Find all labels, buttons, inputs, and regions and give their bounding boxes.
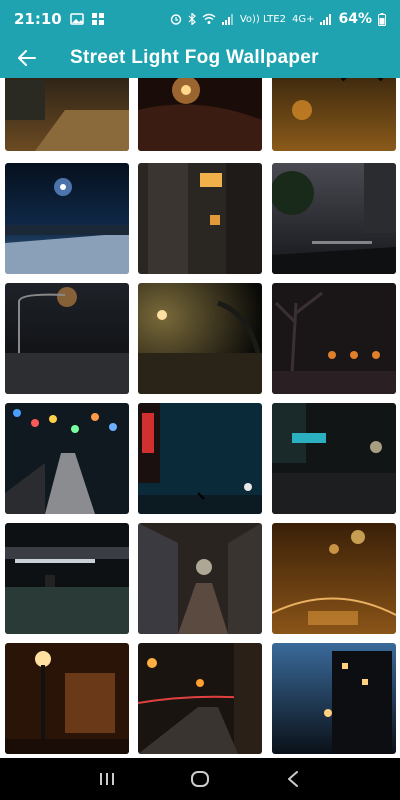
page-title: Street Light Fog Wallpaper	[70, 47, 319, 68]
wallpaper-thumbnail[interactable]	[5, 78, 129, 151]
wallpaper-thumbnail[interactable]	[272, 523, 396, 634]
wallpaper-thumbnail[interactable]	[138, 163, 262, 274]
wallpaper-thumbnail[interactable]	[272, 283, 396, 394]
wallpaper-thumbnail[interactable]	[5, 523, 129, 634]
wifi-icon	[202, 13, 216, 24]
home-button[interactable]	[180, 764, 220, 794]
bluetooth-icon	[188, 13, 196, 25]
wallpaper-thumbnail[interactable]	[5, 163, 129, 274]
wallpaper-grid	[0, 78, 400, 758]
clock: 21:10	[14, 10, 62, 28]
wallpaper-thumbnail[interactable]	[138, 643, 262, 754]
apps-notification-icon	[91, 13, 104, 25]
wallpaper-thumbnail[interactable]	[5, 403, 129, 514]
wallpaper-thumbnail[interactable]	[138, 78, 262, 151]
image-notification-icon	[70, 13, 84, 25]
recents-icon	[99, 773, 114, 785]
nav-back-icon	[288, 771, 299, 787]
status-left: 21:10	[14, 10, 104, 28]
status-bar: 21:10 Vo)) LTE2 4G+ 64%	[0, 0, 400, 38]
wallpaper-thumbnail[interactable]	[272, 163, 396, 274]
wallpaper-thumbnail[interactable]	[138, 523, 262, 634]
signal-icon-2	[320, 13, 332, 25]
arrow-back-icon	[18, 50, 36, 66]
status-right: Vo)) LTE2 4G+ 64%	[170, 11, 386, 27]
wallpaper-thumbnail[interactable]	[5, 643, 129, 754]
system-nav-bar	[0, 758, 400, 800]
wallpaper-thumbnail[interactable]	[138, 283, 262, 394]
signal-label: 4G+	[291, 13, 315, 25]
network-label: Vo)) LTE2	[239, 13, 286, 25]
wallpaper-thumbnail[interactable]	[272, 78, 396, 151]
recents-button[interactable]	[87, 764, 127, 794]
home-icon	[190, 771, 209, 787]
alarm-icon	[170, 14, 182, 25]
battery-level: 64%	[338, 11, 372, 27]
wallpaper-thumbnail[interactable]	[5, 283, 129, 394]
battery-icon	[378, 12, 386, 26]
wallpaper-thumbnail[interactable]	[272, 403, 396, 514]
wallpaper-thumbnail[interactable]	[138, 403, 262, 514]
back-button[interactable]	[0, 38, 54, 78]
nav-back-button[interactable]	[273, 764, 313, 794]
wallpaper-thumbnail[interactable]	[272, 643, 396, 754]
app-bar: Street Light Fog Wallpaper	[0, 38, 400, 78]
signal-icon-1	[221, 13, 233, 25]
